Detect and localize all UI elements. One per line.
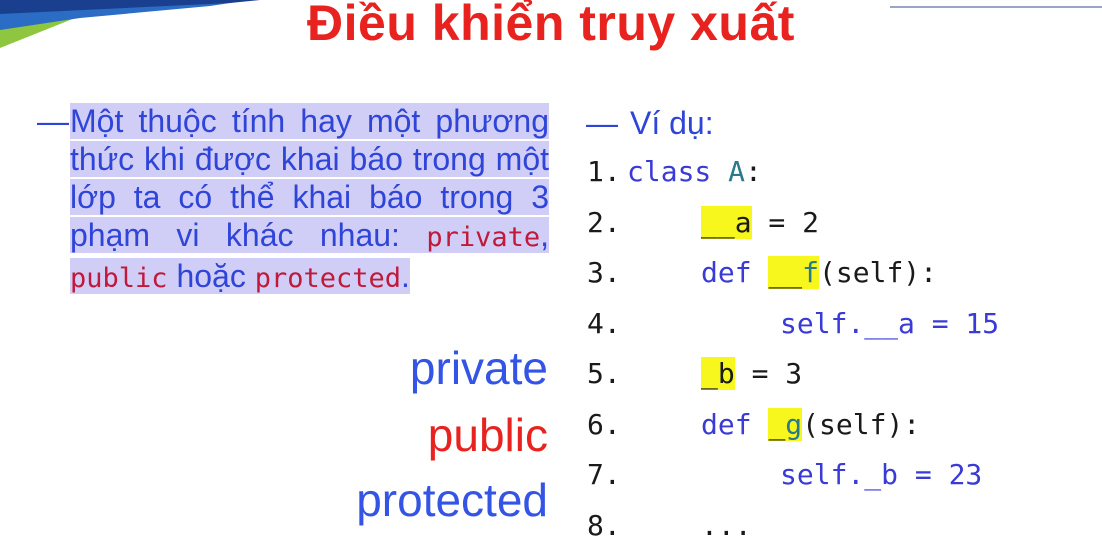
protected-method-highlight: _g [768, 408, 802, 441]
line-number: 6. [587, 403, 627, 447]
legend-private: private [410, 342, 548, 394]
code-text: : [745, 155, 762, 188]
code-keyword: class [627, 155, 711, 188]
code-line: 4. self.__a = 15 [587, 302, 999, 353]
example-label: Ví dụ: [630, 105, 714, 141]
line-number: 1. [587, 150, 627, 194]
class-name: A [728, 155, 745, 188]
code-text: self.__a = 15 [780, 307, 999, 340]
line-number: 5. [587, 352, 627, 396]
code-text: self._b = 23 [780, 458, 982, 491]
private-method-highlight: __f [768, 256, 819, 289]
example-dash: — [586, 105, 618, 141]
keyword-protected: protected [255, 263, 401, 294]
legend-protected: protected [356, 474, 548, 526]
bullet-end: . [401, 258, 410, 294]
code-line: 3. def __f(self): [587, 251, 999, 302]
code-keyword: def [701, 256, 752, 289]
code-line: 1.class A: [587, 150, 999, 201]
code-text: = 3 [735, 357, 802, 390]
bullet-sep: , [540, 217, 549, 253]
code-line: 8.... [587, 504, 999, 554]
code-block: 1.class A: 2.__a = 2 3.def __f(self): 4.… [587, 150, 999, 554]
code-line: 7. self._b = 23 [587, 453, 999, 504]
code-text: = 2 [752, 206, 819, 239]
keyword-private: private [426, 222, 540, 253]
bullet-dash: — [37, 102, 69, 140]
keyword-public: public [70, 263, 168, 294]
private-attr-highlight: __a [701, 206, 752, 239]
line-number: 3. [587, 251, 627, 295]
code-keyword: def [701, 408, 752, 441]
code-line: 6. def _g(self): [587, 403, 999, 454]
code-text: ... [701, 509, 752, 542]
bullet-sep: hoặc [168, 258, 255, 294]
slide-title: Điều khiển truy xuất [0, 0, 1102, 52]
code-line: 2. __a = 2 [587, 201, 999, 252]
code-text: (self): [819, 256, 937, 289]
line-number: 4. [587, 302, 627, 346]
bullet-block: — Một thuộc tính hay một phương thức khi… [37, 102, 549, 298]
code-text: __ [768, 256, 802, 289]
line-number: 2. [587, 201, 627, 245]
example-heading: — Ví dụ: [586, 104, 714, 142]
code-line: 5. _b = 3 [587, 352, 999, 403]
line-number: 7. [587, 453, 627, 497]
line-number: 8. [587, 504, 627, 548]
code-text: _ [768, 408, 785, 441]
code-text: (self): [802, 408, 920, 441]
protected-attr-highlight: _b [701, 357, 735, 390]
method-name: f [802, 256, 819, 289]
legend-public: public [428, 409, 548, 461]
method-name: g [785, 408, 802, 441]
bullet-paragraph: Một thuộc tính hay một phương thức khi đ… [70, 102, 549, 298]
